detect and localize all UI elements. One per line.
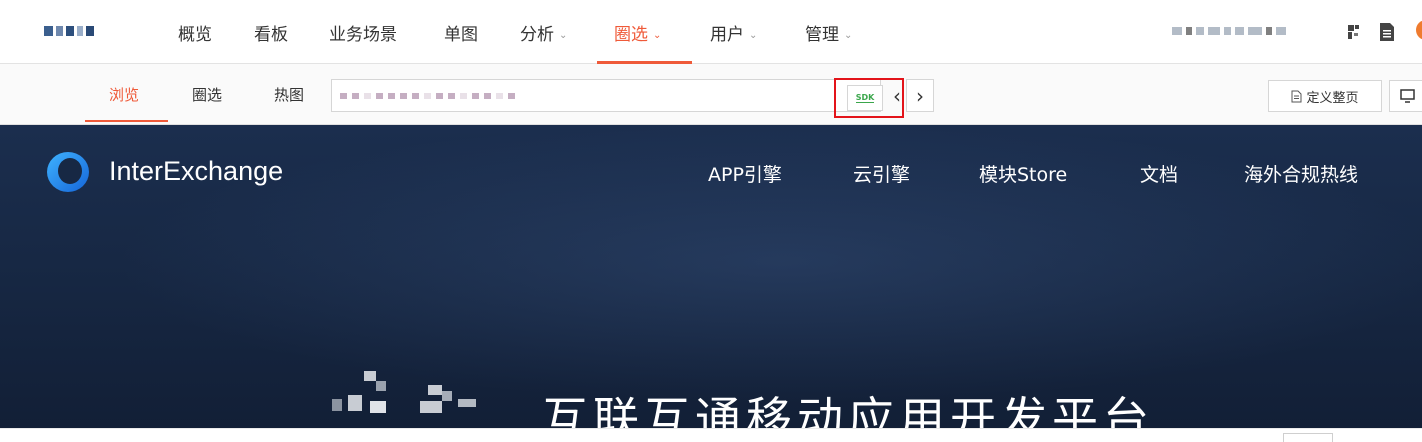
nav-management-label: 管理 [805, 25, 839, 45]
chevron-left-icon: ‹ [893, 83, 901, 108]
hero-redacted-logo [332, 371, 492, 428]
chevron-down-icon: ⌄ [559, 30, 568, 41]
nav-single-chart-label: 单图 [444, 25, 478, 45]
nav-overview[interactable]: 概览 [178, 20, 212, 45]
tab-heatmap-label: 热图 [274, 86, 305, 104]
chevron-down-icon: ⌄ [653, 30, 662, 41]
define-page-button[interactable]: 定义整页 [1268, 80, 1382, 112]
brand-name[interactable]: InterExchange [109, 156, 283, 187]
nav-users[interactable]: 用户 ⌄ [710, 20, 757, 45]
hero-nav-cloud-engine[interactable]: 云引擎 [853, 160, 910, 187]
nav-management[interactable]: 管理 ⌄ [805, 20, 852, 45]
nav-dashboard[interactable]: 看板 [254, 20, 288, 45]
forward-button[interactable]: › [906, 79, 934, 112]
tab-browse[interactable]: 浏览 [109, 84, 139, 105]
nav-analysis-label: 分析 [520, 25, 554, 45]
hero-title: 互联互通移动应用开发平台 [542, 392, 1154, 428]
chevron-down-icon: ⌄ [749, 30, 758, 41]
hero-nav-compliance-hotline[interactable]: 海外合规热线 [1244, 160, 1358, 187]
device-preview-button[interactable] [1389, 80, 1422, 112]
chevron-right-icon: › [916, 83, 924, 108]
nav-business-scenarios[interactable]: 业务场景 [329, 20, 397, 45]
hero-nav-label: 文档 [1140, 164, 1179, 186]
hero-nav-label: APP引擎 [708, 164, 782, 186]
circle-select-toolbar: 浏览 圈选 热图 SDK ‹ › 定义整页 [0, 64, 1422, 125]
hero-nav-docs[interactable]: 文档 [1140, 160, 1178, 187]
nav-dashboard-label: 看板 [254, 25, 288, 45]
product-logo[interactable] [44, 26, 94, 36]
active-tab-indicator [85, 120, 168, 122]
chevron-down-icon: ⌄ [844, 30, 853, 41]
nav-single-chart[interactable]: 单图 [444, 20, 478, 45]
nav-users-label: 用户 [710, 25, 744, 45]
hero-nav-module-store[interactable]: 模块Store [979, 160, 1067, 187]
nav-circle-select[interactable]: 圈选 ⌄ [614, 20, 661, 45]
nav-circle-select-label: 圈选 [614, 25, 648, 45]
tab-circle-select[interactable]: 圈选 [192, 84, 222, 105]
tab-circle-select-label: 圈选 [192, 86, 223, 104]
document-icon [1291, 90, 1302, 102]
nav-business-scenarios-label: 业务场景 [329, 25, 397, 45]
hero-nav-label: 模块Store [979, 164, 1068, 186]
hero-nav-app-engine[interactable]: APP引擎 [708, 160, 782, 187]
nav-overview-label: 概览 [178, 25, 212, 45]
avatar[interactable] [1416, 20, 1422, 40]
account-selector[interactable] [1172, 27, 1286, 35]
scroll-widget[interactable] [1283, 433, 1333, 442]
define-page-label: 定义整页 [1306, 90, 1359, 106]
embedded-page-hero: InterExchange APP引擎 云引擎 模块Store 文档 海外合规热… [0, 125, 1422, 428]
puzzle-icon[interactable] [1346, 22, 1364, 42]
page-bottom-strip [0, 428, 1422, 442]
document-icon[interactable] [1378, 22, 1396, 42]
url-redacted-text [340, 93, 515, 99]
url-input[interactable] [331, 79, 881, 112]
tab-heatmap[interactable]: 热图 [274, 84, 304, 105]
interexchange-logo-icon[interactable] [45, 150, 93, 194]
monitor-icon [1400, 89, 1415, 103]
top-navigation-bar: 概览 看板 业务场景 单图 分析 ⌄ 圈选 ⌄ 用户 ⌄ 管理 ⌄ [0, 0, 1422, 64]
hero-nav-label: 云引擎 [853, 164, 911, 186]
nav-analysis[interactable]: 分析 ⌄ [520, 20, 567, 45]
tab-browse-label: 浏览 [109, 86, 140, 104]
hero-nav-label: 海外合规热线 [1244, 164, 1359, 186]
